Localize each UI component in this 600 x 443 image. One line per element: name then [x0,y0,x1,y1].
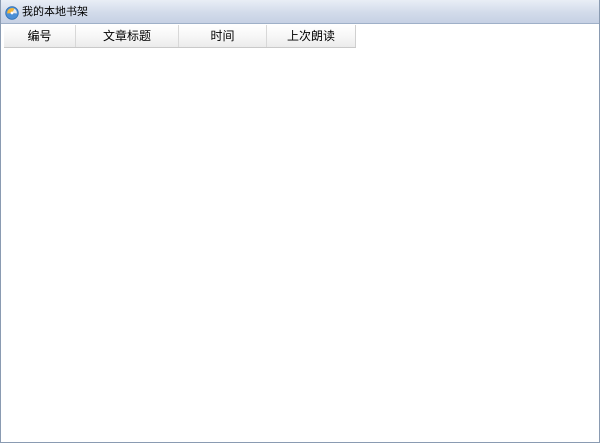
article-list[interactable] [4,48,596,440]
list-header: 编号 文章标题 时间 上次朗读 [4,25,356,48]
title-bar[interactable]: 我的本地书架 [1,0,599,24]
bookshelf-window: 我的本地书架 编号 文章标题 时间 上次朗读 [0,0,600,443]
bookshelf-content: 编号 文章标题 时间 上次朗读 [1,24,599,442]
column-header-last-read[interactable]: 上次朗读 [267,25,356,47]
window-title: 我的本地书架 [22,5,88,18]
bookshelf-app-icon [5,5,19,20]
column-header-title[interactable]: 文章标题 [76,25,179,47]
column-header-time[interactable]: 时间 [179,25,267,47]
column-header-id[interactable]: 编号 [4,25,76,47]
